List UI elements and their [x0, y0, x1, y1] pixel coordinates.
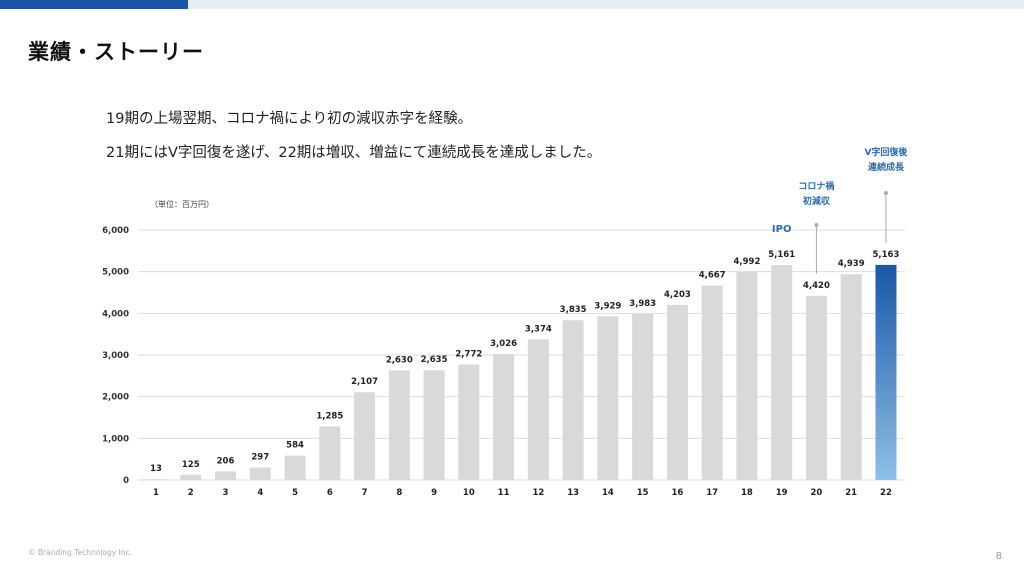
- bar-13: [562, 320, 584, 480]
- y-tick-label: 4,000: [102, 309, 129, 319]
- x-tick-label: 2: [188, 488, 194, 498]
- x-tick-label: 16: [671, 488, 683, 498]
- x-tick-label: 17: [706, 488, 718, 498]
- value-label: 125: [182, 460, 200, 470]
- value-label: 13: [150, 464, 162, 474]
- bar-7: [354, 392, 376, 480]
- y-tick-label: 6,000: [102, 226, 129, 236]
- bar-18: [736, 272, 758, 480]
- value-label: 206: [217, 456, 235, 466]
- value-label: 4,939: [838, 259, 865, 269]
- annotation-dot: [814, 223, 819, 227]
- value-label: 3,026: [490, 339, 517, 349]
- x-tick-label: 13: [567, 488, 579, 498]
- bar-19: [771, 264, 793, 480]
- value-label: 2,107: [351, 377, 378, 387]
- value-label: 3,374: [525, 324, 552, 334]
- value-label: 3,835: [560, 305, 587, 315]
- value-label: 2,772: [455, 350, 482, 360]
- bar-16: [666, 304, 688, 480]
- value-label: 4,667: [699, 271, 726, 281]
- bar-8: [388, 370, 410, 480]
- bar-21: [840, 274, 862, 480]
- x-tick-label: 1: [153, 488, 159, 498]
- x-tick-label: 14: [602, 488, 614, 498]
- bar-14: [597, 316, 619, 480]
- annotation-label: 連続成長: [868, 161, 905, 173]
- bar-4: [249, 467, 271, 480]
- value-label: 2,630: [386, 355, 413, 365]
- y-tick-labels: 0 1,000 2,000 3,000 4,000 5,000 6,000: [102, 226, 129, 486]
- bar-10: [458, 364, 480, 480]
- bar-20: [805, 295, 827, 480]
- x-tick-label: 21: [845, 488, 857, 498]
- revenue-bar-chart: 13 125 206 2975841,2852,1072,630 2,6352,7723…: [102, 146, 908, 498]
- x-tick-label: 19: [776, 488, 788, 498]
- value-label: 3,929: [594, 301, 621, 311]
- bar-11: [493, 353, 515, 480]
- page-number: 8: [995, 551, 1002, 562]
- x-tick-label: 18: [741, 488, 753, 498]
- bar-5: [284, 455, 306, 480]
- value-label: 4,203: [664, 290, 691, 300]
- x-tick-label: 8: [396, 488, 402, 498]
- x-tick-label: 9: [431, 488, 437, 498]
- bar-9: [423, 370, 445, 480]
- value-label: 584: [286, 441, 304, 451]
- bar-15: [632, 314, 654, 480]
- bar-17: [701, 285, 723, 480]
- x-tick-label: 6: [327, 488, 333, 498]
- annotation-label: IPO: [772, 224, 792, 235]
- value-label: 5,161: [768, 250, 795, 260]
- annotation-label: コロナ禍: [798, 180, 834, 192]
- value-label: 3,983: [629, 299, 656, 309]
- x-tick-label: 11: [498, 488, 510, 498]
- x-tick-label: 15: [637, 488, 649, 498]
- x-tick-label: 7: [362, 488, 368, 498]
- annotation-label: 初減収: [803, 195, 831, 207]
- annotation-dot: [883, 191, 888, 195]
- bar-22: [875, 264, 897, 480]
- annotation-label: V字回復後: [864, 146, 908, 158]
- x-tick-label: 5: [292, 488, 298, 498]
- y-tick-label: 1,000: [102, 434, 129, 444]
- value-label: 5,163: [873, 250, 900, 260]
- x-tick-label: 12: [532, 488, 544, 498]
- x-tick-label: 3: [223, 488, 229, 498]
- x-tick-label: 4: [257, 488, 263, 498]
- y-tick-label: 0: [123, 476, 129, 486]
- value-label: 1,285: [316, 411, 343, 421]
- footer-copyright: © Branding Technology Inc.: [28, 548, 133, 557]
- y-tick-label: 2,000: [102, 393, 129, 403]
- bar-12: [527, 339, 549, 480]
- value-label: 4,992: [733, 257, 760, 267]
- x-tick-labels: 1 2 3 4 5 6 7 8 9 10 11 12 13 14 15 16 17 18 19 20 21 22: [153, 488, 892, 498]
- bar-1: [145, 479, 167, 480]
- value-label: 2,635: [421, 355, 448, 365]
- bar-3: [215, 471, 237, 480]
- y-tick-label: 5,000: [102, 268, 129, 278]
- x-tick-label: 10: [463, 488, 475, 498]
- value-label: 297: [251, 453, 269, 463]
- y-tick-label: 3,000: [102, 351, 129, 361]
- value-label: 4,420: [803, 281, 830, 291]
- x-tick-label: 20: [811, 488, 823, 498]
- bar-6: [319, 426, 341, 480]
- x-tick-label: 22: [880, 488, 892, 498]
- bars: [145, 264, 897, 480]
- bar-2: [180, 474, 202, 480]
